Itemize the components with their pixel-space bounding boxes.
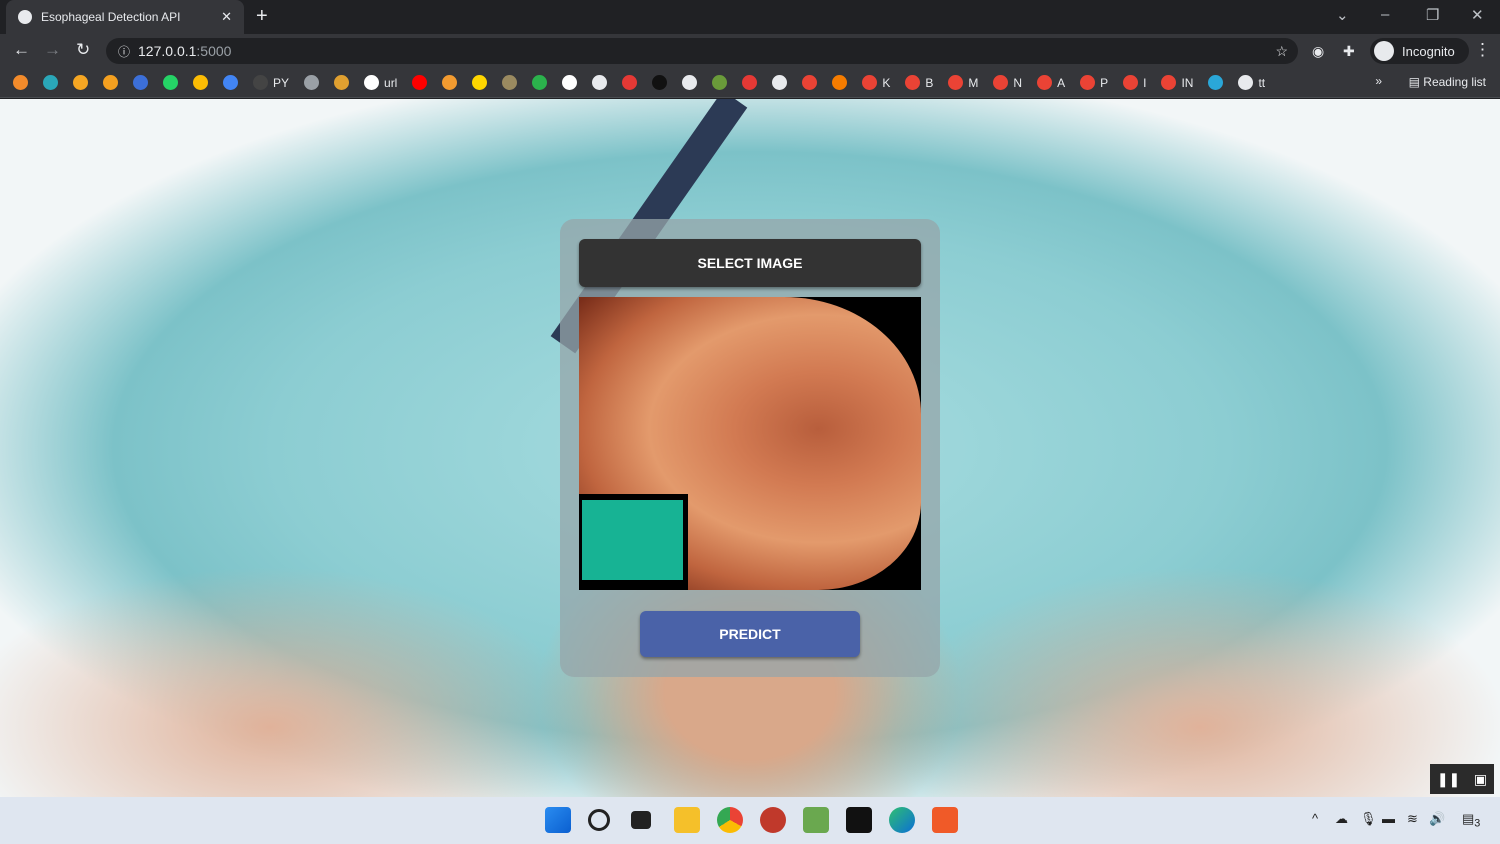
menu-icon[interactable]: ⋮ xyxy=(1474,40,1491,60)
extensions-puzzle-icon[interactable]: ✚ xyxy=(1343,43,1355,60)
sublime-icon[interactable] xyxy=(932,807,958,833)
close-window-button[interactable]: ✕ xyxy=(1471,6,1484,24)
app-icon[interactable] xyxy=(760,807,786,833)
url-port: :5000 xyxy=(196,43,232,59)
reading-list-button[interactable]: ▤ Reading list xyxy=(1409,75,1486,89)
windows-start-icon[interactable] xyxy=(545,807,571,833)
minimize-button[interactable]: – xyxy=(1381,6,1389,23)
profile-button[interactable]: Incognito xyxy=(1370,38,1469,64)
more-bookmarks-button[interactable]: » xyxy=(1375,74,1382,88)
file-explorer-icon[interactable] xyxy=(674,807,700,833)
tab-search-icon[interactable]: ⌄ xyxy=(1336,6,1349,24)
onedrive-icon[interactable]: ☁ xyxy=(1335,811,1348,827)
predict-button[interactable]: PREDICT xyxy=(640,611,860,657)
reload-button[interactable]: ↻ xyxy=(76,40,90,60)
select-image-button[interactable]: SELECT IMAGE xyxy=(579,239,921,287)
tab-title: Esophageal Detection API xyxy=(41,10,181,24)
close-tab-icon[interactable]: ✕ xyxy=(221,9,232,25)
back-button[interactable]: ← xyxy=(13,40,30,60)
picture-icon[interactable]: ▣ xyxy=(1474,771,1487,788)
toolbar: ← → ↻ ⓘ 127.0.0.1:5000 ☆ ◉ ✚ Incognito ⋮ xyxy=(0,34,1500,68)
tray-chevron-icon[interactable]: ^ xyxy=(1312,811,1318,826)
media-controls: ❚❚ ▣ xyxy=(1430,764,1494,794)
tab-active[interactable]: Esophageal Detection API ✕ xyxy=(6,0,244,34)
tab-bar: Esophageal Detection API ✕ + ⌄ – ❐ ✕ xyxy=(0,0,1500,34)
terminal-icon[interactable] xyxy=(846,807,872,833)
address-bar[interactable]: ⓘ 127.0.0.1:5000 ☆ xyxy=(106,38,1298,64)
wifi-icon[interactable]: ≋ xyxy=(1407,811,1418,827)
url-host: 127.0.0.1 xyxy=(138,43,197,59)
chrome-icon[interactable] xyxy=(717,807,743,833)
volume-icon[interactable]: 🔊 xyxy=(1429,811,1445,827)
microphone-icon[interactable]: 🎙 xyxy=(1360,811,1377,827)
battery-icon[interactable]: ▬ xyxy=(1382,811,1395,826)
profile-label: Incognito xyxy=(1402,43,1455,59)
taskbar: ^ ☁ 🎙 ▬ ≋ 🔊 ▤3 xyxy=(0,797,1500,844)
notification-count: 3 xyxy=(1474,817,1481,830)
globe-icon xyxy=(18,10,32,24)
pause-icon[interactable]: ❚❚ xyxy=(1437,771,1460,788)
image-preview xyxy=(579,297,921,590)
extension-icon[interactable]: ◉ xyxy=(1312,43,1324,60)
notifications-icon[interactable]: ▤3 xyxy=(1462,811,1480,830)
image-inset xyxy=(579,494,688,590)
restore-button[interactable]: ❐ xyxy=(1426,6,1439,24)
search-icon[interactable] xyxy=(588,809,610,831)
paint-icon[interactable] xyxy=(803,807,829,833)
forward-button[interactable]: → xyxy=(44,40,61,60)
new-tab-button[interactable]: + xyxy=(256,5,268,28)
info-icon[interactable]: ⓘ xyxy=(118,43,130,60)
task-view-icon[interactable] xyxy=(631,811,651,829)
reading-list-label: Reading list xyxy=(1423,75,1486,89)
edge-icon[interactable] xyxy=(889,807,915,833)
page-background: SELECT IMAGE PREDICT ❚❚ ▣ xyxy=(0,99,1500,797)
incognito-icon xyxy=(1374,41,1394,61)
bookmark-star-icon[interactable]: ☆ xyxy=(1275,43,1288,60)
upload-card: SELECT IMAGE PREDICT xyxy=(560,219,940,677)
